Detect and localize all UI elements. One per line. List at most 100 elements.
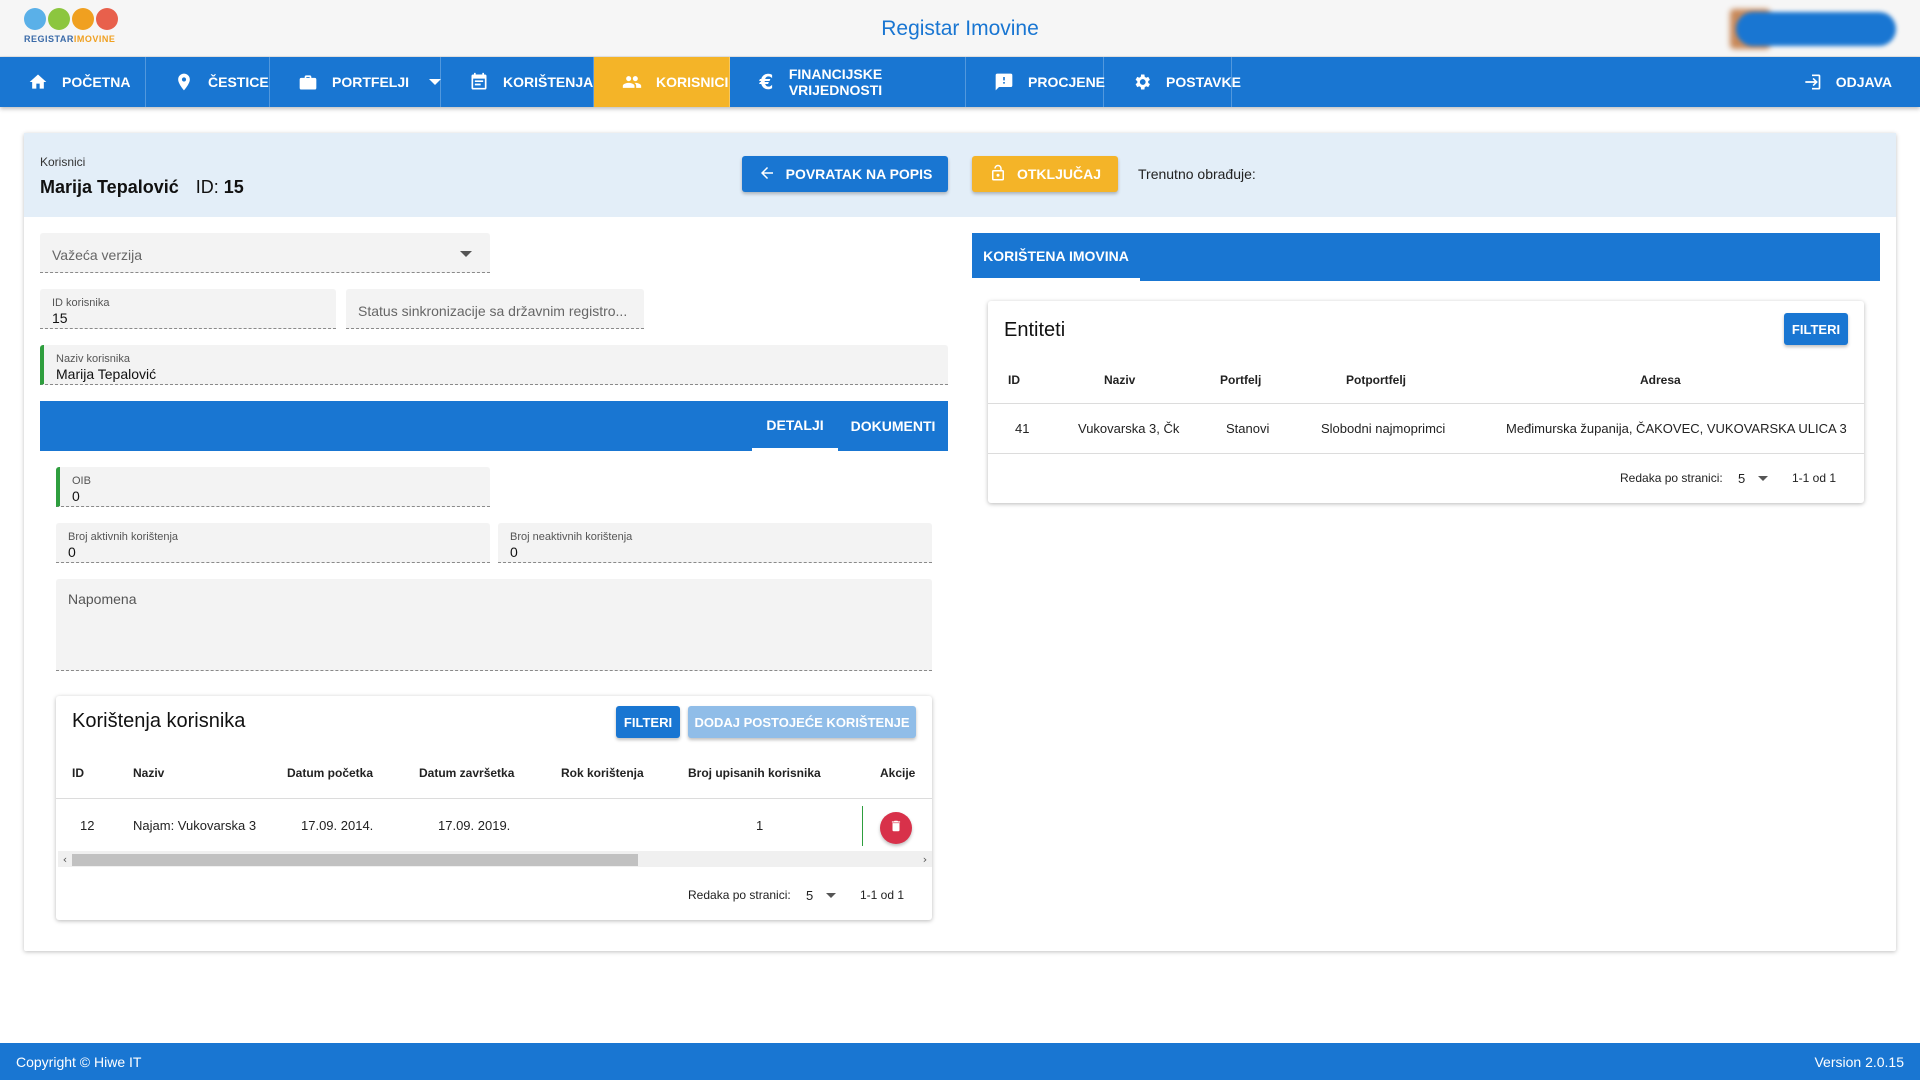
tab-label: DOKUMENTI [850, 418, 936, 434]
usages-filter-button[interactable]: FILTERI [616, 706, 680, 738]
oib-field[interactable]: OIB 0 [56, 467, 490, 507]
tab-koristena-imovina[interactable]: KORIŠTENA IMOVINA [972, 233, 1140, 281]
nav-item-label: PORTFELJI [332, 74, 410, 90]
col-header-id[interactable]: ID [72, 766, 84, 780]
scroll-right-icon[interactable]: › [918, 851, 932, 867]
col-header-potportfelj[interactable]: Potportfelj [1346, 373, 1406, 387]
tab-dokumenti[interactable]: DOKUMENTI [838, 401, 948, 451]
usages-card: Korištenja korisnika FILTERI DODAJ POSTO… [56, 696, 932, 920]
lock-open-icon [989, 164, 1007, 185]
logout-button[interactable]: ODJAVA [1774, 57, 1920, 107]
pagination-range: 1-1 od 1 [860, 888, 905, 902]
record-id-value: 15 [223, 177, 244, 197]
scroll-left-icon[interactable]: ‹ [58, 851, 72, 867]
euro-icon: € [759, 70, 774, 94]
nav-item-label: PROCJENE [1028, 74, 1106, 90]
cell-potportfelj: Slobodni najmoprimci [1321, 421, 1446, 436]
nav-item-postavke[interactable]: POSTAVKE [1104, 57, 1241, 107]
rows-per-page-select[interactable]: 5 [1738, 471, 1745, 486]
detail-tabs: DETALJI DOKUMENTI [40, 401, 948, 451]
user-name-label: Naziv korisnika [56, 353, 130, 365]
gear-icon [1132, 72, 1152, 92]
nav-item-label: POSTAVKE [1166, 74, 1241, 90]
delete-usage-button[interactable] [880, 812, 912, 844]
version-text: Version 2.0.15 [1814, 1054, 1904, 1070]
nav-item-cestice[interactable]: ČESTICE [146, 57, 270, 107]
nav-item-portfelji[interactable]: PORTFELJI [270, 57, 442, 107]
col-header-id[interactable]: ID [1008, 373, 1020, 387]
nav-item-label: POČETNA [62, 74, 131, 90]
cell-portfelj: Stanovi [1226, 421, 1270, 436]
entities-title: Entiteti [1004, 319, 1066, 341]
col-header-datum-zavrsetka[interactable]: Datum završetka [419, 766, 514, 780]
cell-users: 1 [756, 818, 764, 833]
cell-adresa: Međimurska županija, ČAKOVEC, VUKOVARSKA… [1506, 421, 1847, 436]
briefcase-icon [298, 72, 318, 92]
cell-start: 17.09. 2014. [301, 818, 374, 833]
col-header-naziv[interactable]: Naziv [1104, 373, 1135, 387]
main-nav: POČETNA ČESTICE PORTFELJI KORIŠTENJA KOR… [0, 57, 1920, 107]
usages-title: Korištenja korisnika [72, 710, 246, 732]
table-divider [988, 403, 1864, 404]
horizontal-scrollbar[interactable]: ‹ › [58, 851, 932, 867]
table-divider [56, 798, 932, 799]
chevron-down-icon [460, 251, 472, 257]
top-header: REGISTARIMOVINE Registar Imovine [0, 0, 1920, 57]
unlock-button[interactable]: OTKLJUČAJ [972, 156, 1118, 192]
scrollbar-thumb[interactable] [72, 854, 638, 866]
users-icon [622, 72, 642, 92]
chevron-down-icon[interactable] [826, 893, 836, 898]
inactive-uses-field[interactable]: Broj neaktivnih korištenja 0 [498, 523, 932, 563]
arrow-left-icon [758, 164, 776, 185]
calendar-icon [469, 72, 489, 92]
col-header-naziv[interactable]: Naziv [133, 766, 164, 780]
user-name-field[interactable]: Naziv korisnika Marija Tepalović [40, 345, 948, 385]
user-menu-button[interactable] [1736, 12, 1896, 46]
unlock-button-label: OTKLJUČAJ [1016, 166, 1101, 182]
currently-editing-label: Trenutno obrađuje: [1138, 166, 1256, 182]
active-uses-value: 0 [68, 544, 76, 560]
version-select[interactable]: Važeća verzija [40, 233, 490, 273]
sync-status-placeholder: Status sinkronizacije sa državnim regist… [358, 303, 628, 319]
col-header-adresa[interactable]: Adresa [1640, 373, 1681, 387]
back-button-label: POVRATAK NA POPIS [785, 166, 933, 182]
cell-id: 41 [1015, 421, 1030, 436]
rows-per-page-select[interactable]: 5 [806, 888, 813, 903]
location-pin-icon [174, 72, 194, 92]
active-uses-field[interactable]: Broj aktivnih korištenja 0 [56, 523, 490, 563]
inactive-uses-value: 0 [510, 544, 518, 560]
note-textarea[interactable]: Napomena [56, 579, 932, 671]
record-header: Korisnici Marija Tepalović ID: 15 POVRAT… [24, 133, 1896, 217]
nav-item-koristenja[interactable]: KORIŠTENJA [441, 57, 594, 107]
nav-item-label: ČESTICE [208, 74, 269, 90]
version-placeholder: Važeća verzija [52, 247, 143, 263]
home-icon [28, 72, 48, 92]
cell-naziv: Najam: Vukovarska 3 [133, 818, 257, 833]
user-id-field[interactable]: ID korisnika 15 [40, 289, 336, 329]
add-existing-usage-button[interactable]: DODAJ POSTOJEĆE KORIŠTENJE [688, 706, 916, 738]
nav-item-procjene[interactable]: PROCJENE [966, 57, 1106, 107]
rows-per-page-label: Redaka po stranici: [1620, 471, 1723, 485]
record-id-label: ID: [195, 177, 219, 197]
used-assets-tabs: KORIŠTENA IMOVINA [972, 233, 1880, 281]
col-header-datum-pocetka[interactable]: Datum početka [287, 766, 373, 780]
pagination-range: 1-1 od 1 [1792, 471, 1837, 485]
entities-filter-button[interactable]: FILTERI [1784, 313, 1848, 345]
oib-value: 0 [72, 488, 80, 504]
chevron-down-icon[interactable] [1758, 476, 1768, 481]
back-to-list-button[interactable]: POVRATAK NA POPIS [742, 156, 948, 192]
nav-item-pocetna[interactable]: POČETNA [0, 57, 146, 107]
col-header-rok-koristenja[interactable]: Rok korištenja [561, 766, 644, 780]
copyright-text: Copyright © Hiwe IT [16, 1054, 142, 1070]
tab-detalji[interactable]: DETALJI [752, 401, 838, 451]
col-header-broj-korisnika[interactable]: Broj upisanih korisnika [688, 766, 821, 780]
col-header-portfelj[interactable]: Portfelj [1220, 373, 1261, 387]
footer: Copyright © Hiwe IT Version 2.0.15 [0, 1043, 1920, 1080]
sync-status-field[interactable]: Status sinkronizacije sa državnim regist… [346, 289, 644, 329]
nav-item-label: KORISNICI [656, 74, 729, 90]
column-divider [862, 806, 863, 846]
logout-label: ODJAVA [1835, 74, 1892, 90]
nav-item-financijske-vrijednosti[interactable]: € FINANCIJSKE VRIJEDNOSTI [730, 57, 966, 107]
nav-item-korisnici[interactable]: KORISNICI [594, 57, 730, 107]
